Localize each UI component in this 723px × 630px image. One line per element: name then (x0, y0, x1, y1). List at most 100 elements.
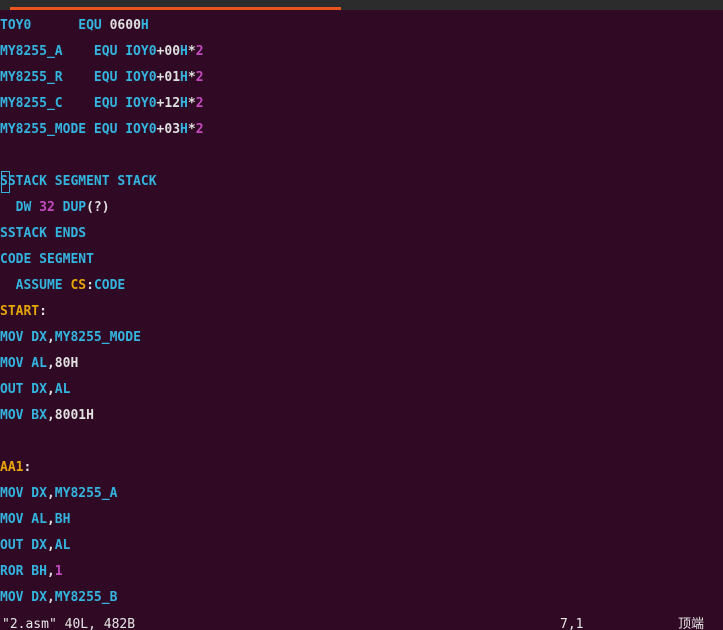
code-token: +12 (156, 96, 181, 111)
code-line[interactable]: MOV AL,BH (0, 507, 723, 533)
code-line[interactable]: MY8255_A EQU IOY0+00H*2 (0, 39, 723, 65)
code-token: 2 (195, 70, 204, 85)
code-token: , (46, 512, 55, 527)
code-token: H (180, 44, 188, 59)
code-token: 2 (195, 122, 204, 137)
code-token: SSTACK ENDS (0, 226, 87, 241)
code-token: AL (54, 382, 71, 397)
code-token: MY8255_MODE (0, 122, 94, 137)
code-line[interactable]: MOV DX,MY8255_B (0, 585, 723, 611)
code-token: 2 (195, 44, 204, 59)
code-token: , (46, 564, 55, 579)
code-line[interactable]: MOV DX,MY8255_A (0, 481, 723, 507)
scroll-position: 顶端 (678, 617, 705, 630)
code-token: MY8255_MODE (54, 330, 141, 345)
code-token: MY8255_A (0, 44, 94, 59)
code-line[interactable]: ROR BH,1 (0, 559, 723, 585)
code-token: 0600 (109, 18, 141, 33)
code-token: IOY0 (125, 70, 157, 85)
code-token: MY8255_B (54, 590, 118, 605)
code-token: DW (0, 200, 40, 215)
code-line[interactable] (0, 143, 723, 169)
code-token: CODE SEGMENT (0, 252, 94, 267)
code-token: AA1 (0, 460, 24, 475)
code-token: MOV AL (0, 512, 47, 527)
code-token: CS (70, 278, 87, 293)
code-token: : (23, 460, 32, 475)
code-line[interactable]: MOV BX,8001H (0, 403, 723, 429)
code-token: IOY0 (125, 122, 157, 137)
code-line[interactable]: MOV DX,MY8255_MODE (0, 325, 723, 351)
code-token: MOV DX (0, 486, 47, 501)
code-token: : (86, 278, 94, 293)
code-token: +03 (156, 122, 181, 137)
code-line[interactable]: SSTACK ENDS (0, 221, 723, 247)
code-token: 2 (195, 96, 204, 111)
code-line[interactable]: AA1: (0, 455, 723, 481)
code-line[interactable]: MY8255_C EQU IOY0+12H*2 (0, 91, 723, 117)
vim-editor-buffer[interactable]: TOY0 EQU 0600H MY8255_A EQU IOY0+00H*2 MY8… (0, 13, 723, 611)
code-token: EQU (78, 18, 110, 33)
code-token: MOV DX (0, 590, 47, 605)
code-token: ROR BH (0, 564, 47, 579)
code-token: , (46, 382, 55, 397)
code-line[interactable] (0, 429, 723, 455)
code-token: CODE (93, 278, 126, 293)
code-token: , (46, 590, 55, 605)
code-token: * (187, 96, 196, 111)
code-token: BH (54, 512, 71, 527)
code-line[interactable]: OUT DX,AL (0, 533, 723, 559)
code-token: IOY0 (125, 96, 157, 111)
code-token: H (140, 18, 149, 33)
code-line[interactable]: MY8255_R EQU IOY0+01H*2 (0, 65, 723, 91)
code-token: : (39, 304, 47, 319)
code-token: AL (54, 538, 71, 553)
vim-status-line: "2.asm" 40L, 482B 7,1 顶端 (0, 612, 723, 630)
code-token: MY8255_C (0, 96, 94, 111)
code-line[interactable]: MOV AL,80H (0, 351, 723, 377)
code-line[interactable]: MY8255_MODE EQU IOY0+03H*2 (0, 117, 723, 143)
code-token: MY8255_R (0, 70, 94, 85)
active-tab-indicator[interactable] (10, 7, 341, 10)
code-token: , (46, 356, 55, 371)
code-token: EQU (93, 70, 126, 85)
code-token: (?) (86, 200, 110, 215)
code-token: OUT DX (0, 538, 47, 553)
code-token: , (46, 330, 55, 345)
code-token: EQU (93, 96, 126, 111)
code-line[interactable]: CODE SEGMENT (0, 247, 723, 273)
code-token: , (46, 486, 55, 501)
code-token: EQU (93, 122, 126, 137)
code-token: 32 (39, 200, 55, 215)
code-line[interactable]: ASSUME CS:CODE (0, 273, 723, 299)
code-token: , (46, 538, 55, 553)
cursor-position: 7,1 (560, 617, 584, 630)
code-token: EQU (93, 44, 126, 59)
code-line[interactable]: TOY0 EQU 0600H (0, 13, 723, 39)
code-token: * (187, 122, 196, 137)
code-token: DUP (54, 200, 87, 215)
code-line[interactable]: SSTACK SEGMENT STACK (0, 169, 723, 195)
code-line[interactable]: START: (0, 299, 723, 325)
code-token: , (46, 408, 55, 423)
text-cursor (1, 171, 10, 193)
code-token: MOV AL (0, 356, 47, 371)
code-token: 80H (54, 356, 79, 371)
code-token: +01 (156, 70, 181, 85)
code-token: * (187, 44, 196, 59)
code-token: H (180, 70, 188, 85)
code-token: MOV BX (0, 408, 47, 423)
code-token: OUT DX (0, 382, 47, 397)
terminal-title-bar (0, 0, 723, 10)
code-token: +00 (156, 44, 181, 59)
code-line[interactable]: DW 32 DUP(?) (0, 195, 723, 221)
code-token: MOV DX (0, 330, 47, 345)
code-token: SSTACK SEGMENT STACK (0, 174, 157, 189)
code-token: 1 (54, 564, 63, 579)
code-token: H (180, 122, 188, 137)
code-token: * (187, 70, 196, 85)
code-token: MY8255_A (54, 486, 118, 501)
code-token: IOY0 (125, 44, 157, 59)
code-line[interactable]: OUT DX,AL (0, 377, 723, 403)
code-token: TOY0 (0, 18, 79, 33)
